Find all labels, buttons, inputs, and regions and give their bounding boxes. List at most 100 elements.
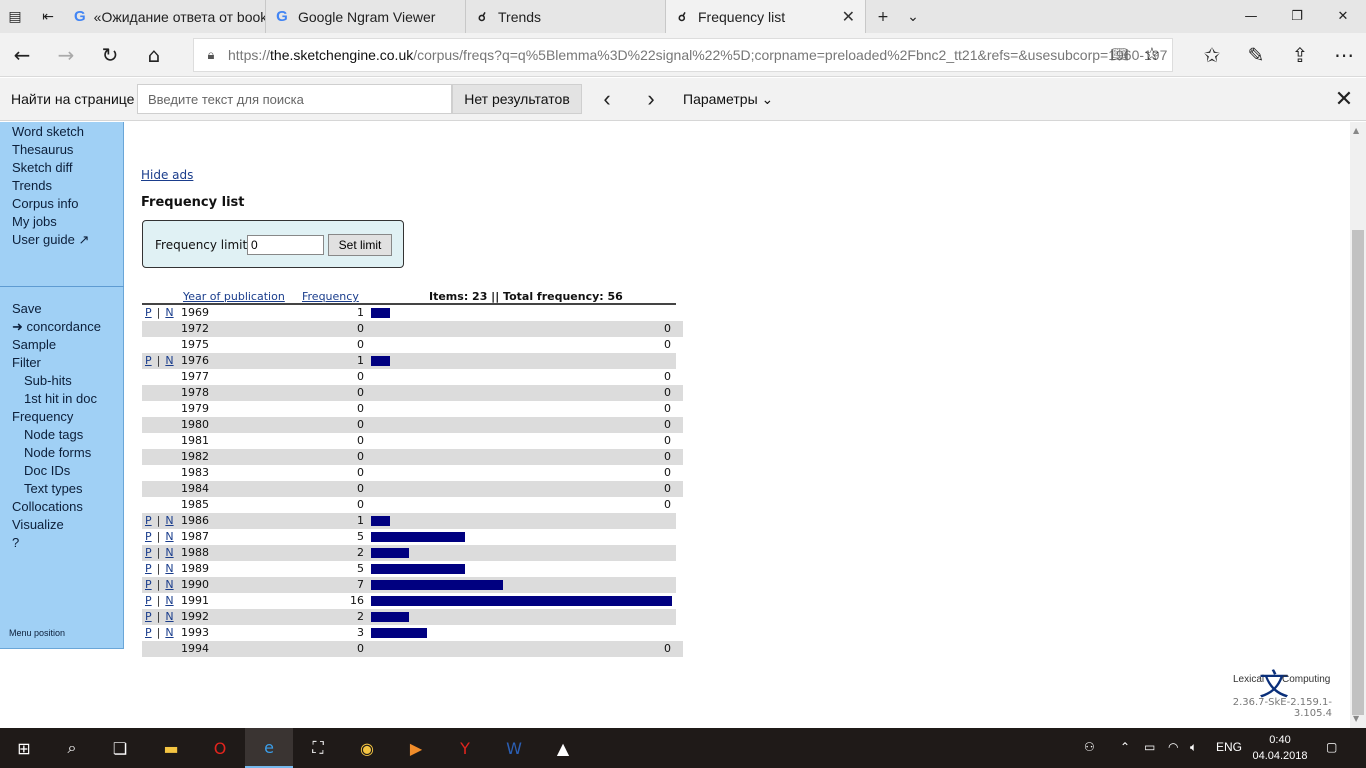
notes-pen-icon[interactable]: ✎ [1234,33,1278,77]
minimize-icon[interactable]: — [1228,0,1274,33]
chrome-icon[interactable]: ◉ [343,728,391,768]
find-next-icon[interactable]: › [636,84,666,114]
positive-filter-link[interactable]: P [145,610,152,623]
sidebar-item[interactable]: Thesaurus [12,142,73,157]
edge-icon[interactable]: e [245,728,293,768]
notifications-icon[interactable]: ▢ [1326,740,1337,754]
sidebar-item[interactable]: Text types [24,481,83,496]
word-icon[interactable]: W [490,728,538,768]
media-player-icon[interactable]: ▶ [392,728,440,768]
positive-filter-link[interactable]: P [145,562,152,575]
more-icon[interactable]: ⋯ [1322,33,1366,77]
sort-frequency-link[interactable]: Frequency [302,290,359,303]
positive-filter-link[interactable]: P [145,594,152,607]
find-input[interactable] [137,84,452,114]
sidebar-item[interactable]: Trends [12,178,52,193]
share-icon[interactable]: ⇪ [1278,33,1322,77]
scroll-up-icon[interactable]: ▲ [1353,126,1359,135]
restore-icon[interactable]: ❐ [1274,0,1320,33]
positive-filter-link[interactable]: P [145,306,152,319]
sidebar-item[interactable]: ? [12,535,19,550]
scrollbar[interactable]: ▲ ▼ [1350,122,1366,728]
find-prev-icon[interactable]: ‹ [592,84,622,114]
sidebar-item[interactable]: Node tags [24,427,83,442]
menu-position-link[interactable]: Menu position [9,628,65,638]
sidebar-item[interactable]: Sub-hits [24,373,72,388]
back-icon[interactable]: ← [0,33,44,77]
find-close-icon[interactable]: ✕ [1330,84,1358,114]
positive-filter-link[interactable]: P [145,578,152,591]
sidebar-item[interactable]: Filter [12,355,41,370]
sidebar-item[interactable]: Node forms [24,445,91,460]
favorites-icon[interactable]: ✩ [1190,33,1234,77]
url-field[interactable]: 🔒︎ https://the.sketchengine.co.uk/corpus… [193,38,1173,72]
negative-filter-link[interactable]: N [165,626,173,639]
negative-filter-link[interactable]: N [165,306,173,319]
refresh-icon[interactable]: ↻ [88,33,132,77]
sidebar-item[interactable]: Word sketch [12,124,84,139]
sidebar-item[interactable]: User guide ↗ [12,232,89,248]
negative-filter-link[interactable]: N [165,594,173,607]
sidebar-item[interactable]: Visualize [12,517,64,532]
sidebar-item[interactable]: Sample [12,337,56,352]
clock[interactable]: 0:40 04.04.2018 [1250,732,1310,764]
tab-1[interactable]: G Google Ngram Viewer [266,0,466,33]
negative-filter-link[interactable]: N [165,578,173,591]
language-indicator[interactable]: ENG [1216,740,1242,754]
positive-filter-link[interactable]: P [145,514,152,527]
sidebar-item[interactable]: Frequency [12,409,73,424]
opera-icon[interactable]: O [196,728,244,768]
sidebar-item[interactable]: 1st hit in doc [24,391,97,406]
file-explorer-icon[interactable]: ▬ [147,728,195,768]
store-icon[interactable]: ⛶ [294,728,342,768]
sidebar-item[interactable]: Collocations [12,499,83,514]
tab-3[interactable]: ☌ Frequency list ✕ [666,0,866,33]
close-window-icon[interactable]: ✕ [1320,0,1366,33]
wifi-icon[interactable]: ◠ [1168,740,1178,754]
tab-2[interactable]: ☌ Trends [466,0,666,33]
scrollbar-thumb[interactable] [1352,230,1364,715]
chevron-down-icon[interactable]: ⌄ [898,0,928,33]
reading-view-icon[interactable]: 📖︎ [1110,46,1128,63]
set-limit-button[interactable]: Set limit [328,234,392,256]
negative-filter-link[interactable]: N [165,530,173,543]
sidebar-item[interactable]: Sketch diff [12,160,72,175]
photos-icon[interactable]: ▲ [539,728,587,768]
sidebar-item[interactable]: Doc IDs [24,463,70,478]
search-icon[interactable]: ⌕ [48,728,96,768]
forward-icon[interactable]: → [44,33,88,77]
hide-ads-link[interactable]: Hide ads [141,168,193,182]
home-icon[interactable]: ⌂ [132,33,176,77]
people-icon[interactable]: ⚇ [1084,740,1095,754]
tray-chevron-icon[interactable]: ⌃ [1120,740,1130,754]
windows-start-icon[interactable]: ⊞ [0,728,48,768]
set-tabs-aside-icon[interactable]: ⇤ [33,0,63,33]
positive-filter-link[interactable]: P [145,626,152,639]
tab-0[interactable]: G «Ожидание ответа от book [66,0,266,33]
negative-filter-link[interactable]: N [165,562,173,575]
favorite-star-icon[interactable]: ☆ [1144,44,1160,65]
tab-manager-icon[interactable]: ▤ [0,0,30,33]
sort-year-link[interactable]: Year of publication [183,290,285,303]
yandex-browser-icon[interactable]: Y [441,728,489,768]
find-options-button[interactable]: Параметры ⌄ [683,91,773,108]
negative-filter-link[interactable]: N [165,354,173,367]
battery-icon[interactable]: ▭ [1144,740,1155,754]
scroll-down-icon[interactable]: ▼ [1353,714,1359,723]
positive-filter-link[interactable]: P [145,354,152,367]
task-view-icon[interactable]: ❏ [96,728,144,768]
volume-icon[interactable]: 🔈︎ [1190,740,1197,755]
positive-filter-link[interactable]: P [145,546,152,559]
sidebar-item[interactable]: ➜ concordance [12,319,101,335]
sidebar-item[interactable]: Corpus info [12,196,78,211]
positive-filter-link[interactable]: P [145,530,152,543]
close-tab-icon[interactable]: ✕ [842,7,855,27]
sidebar-item[interactable]: Save [12,301,42,316]
new-tab-icon[interactable]: + [868,0,898,33]
negative-filter-link[interactable]: N [165,610,173,623]
frequency-cell: 16 [350,594,364,607]
negative-filter-link[interactable]: N [165,546,173,559]
negative-filter-link[interactable]: N [165,514,173,527]
frequency-limit-input[interactable] [247,235,324,255]
sidebar-item[interactable]: My jobs [12,214,57,229]
